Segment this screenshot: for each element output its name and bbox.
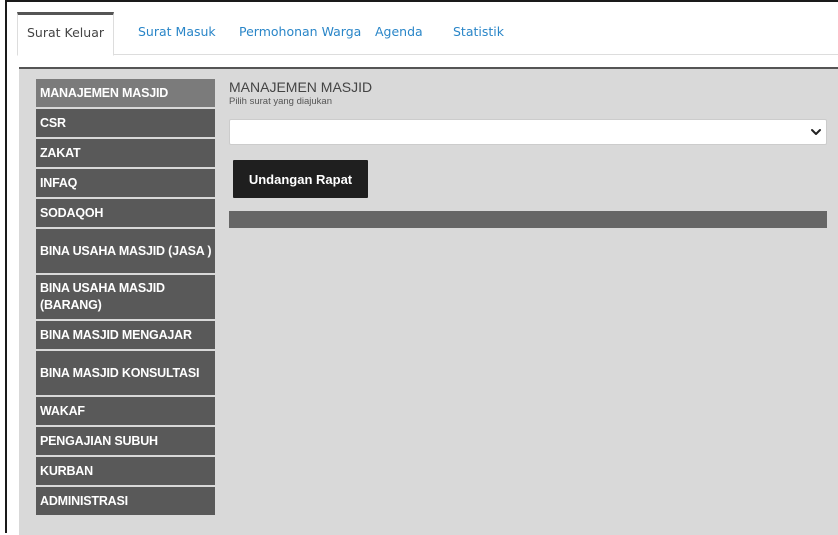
- app-frame: Surat Keluar Surat Masuk Permohonan Warg…: [5, 0, 838, 535]
- sidebar-item-bina-usaha-masjid-barang[interactable]: BINA USAHA MASJID (BARANG): [36, 275, 215, 319]
- sidebar-item-wakaf[interactable]: WAKAF: [36, 397, 215, 425]
- tab-permohonan-warga[interactable]: Permohonan Warga: [239, 12, 361, 54]
- sidebar-item-administrasi[interactable]: ADMINISTRASI: [36, 487, 215, 515]
- section-subtitle: Pilih surat yang diajukan: [229, 96, 332, 107]
- chevron-down-icon: [811, 129, 821, 135]
- surat-select[interactable]: [229, 119, 827, 145]
- tab-surat-keluar[interactable]: Surat Keluar: [17, 12, 114, 56]
- sidebar-item-bina-usaha-masjid-jasa[interactable]: BINA USAHA MASJID (JASA ): [36, 229, 215, 273]
- sidebar-item-pengajian-subuh[interactable]: PENGAJIAN SUBUH: [36, 427, 215, 455]
- result-header-bar: [229, 211, 827, 228]
- sidebar-item-manajemen-masjid[interactable]: MANAJEMEN MASJID: [36, 79, 215, 107]
- sidebar-item-sodaqoh[interactable]: SODAQOH: [36, 199, 215, 227]
- sidebar-item-csr[interactable]: CSR: [36, 109, 215, 137]
- sidebar-item-kurban[interactable]: KURBAN: [36, 457, 215, 485]
- tab-surat-masuk[interactable]: Surat Masuk: [138, 12, 216, 54]
- tab-statistik[interactable]: Statistik: [453, 12, 504, 54]
- section-title: MANAJEMEN MASJID: [229, 79, 373, 95]
- undangan-rapat-button[interactable]: Undangan Rapat: [233, 160, 368, 198]
- sidebar-item-bina-masjid-konsultasi[interactable]: BINA MASJID KONSULTASI: [36, 351, 215, 395]
- main-section: MANAJEMEN MASJID Pilih surat yang diajuk…: [229, 79, 830, 228]
- sidebar-menu: MANAJEMEN MASJID CSR ZAKAT INFAQ SODAQOH…: [36, 79, 215, 517]
- sidebar-item-bina-masjid-mengajar[interactable]: BINA MASJID MENGAJAR: [36, 321, 215, 349]
- tab-bar: Surat Keluar Surat Masuk Permohonan Warg…: [17, 12, 838, 56]
- sidebar-item-infaq[interactable]: INFAQ: [36, 169, 215, 197]
- sidebar-item-zakat[interactable]: ZAKAT: [36, 139, 215, 167]
- tab-agenda[interactable]: Agenda: [375, 12, 423, 54]
- content-panel: MANAJEMEN MASJID CSR ZAKAT INFAQ SODAQOH…: [19, 67, 838, 535]
